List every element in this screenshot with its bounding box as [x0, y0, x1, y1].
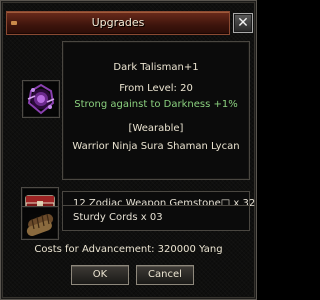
- material-row-cords: Sturdy Cords x 03: [62, 205, 250, 231]
- sturdy-cords-icon: [26, 213, 54, 237]
- item-name: Dark Talisman+1: [113, 62, 199, 73]
- ok-button[interactable]: OK: [71, 265, 129, 285]
- material-cords-text: Sturdy Cords x 03: [73, 212, 163, 223]
- upgrade-window: Upgrades ✕ Dark Talisman+1 From Level: 2…: [0, 0, 257, 300]
- item-info-panel: Dark Talisman+1 From Level: 20 Strong ag…: [62, 41, 250, 180]
- item-class-list: Warrior Ninja Sura Shaman Lycan: [72, 141, 240, 152]
- advancement-cost: Costs for Advancement: 320000 Yang: [34, 244, 223, 255]
- title-bar[interactable]: Upgrades: [6, 11, 230, 35]
- item-wearable-label: [Wearable]: [128, 123, 184, 134]
- window-title: Upgrades: [91, 16, 145, 29]
- item-icon-slot[interactable]: [22, 80, 60, 118]
- dark-talisman-icon: [27, 83, 55, 115]
- item-bonus: Strong against to Darkness +1%: [74, 99, 238, 110]
- material-slot-cords[interactable]: [21, 206, 59, 240]
- item-level-requirement: From Level: 20: [119, 83, 193, 94]
- cancel-button[interactable]: Cancel: [136, 265, 194, 285]
- close-button[interactable]: ✕: [233, 13, 253, 33]
